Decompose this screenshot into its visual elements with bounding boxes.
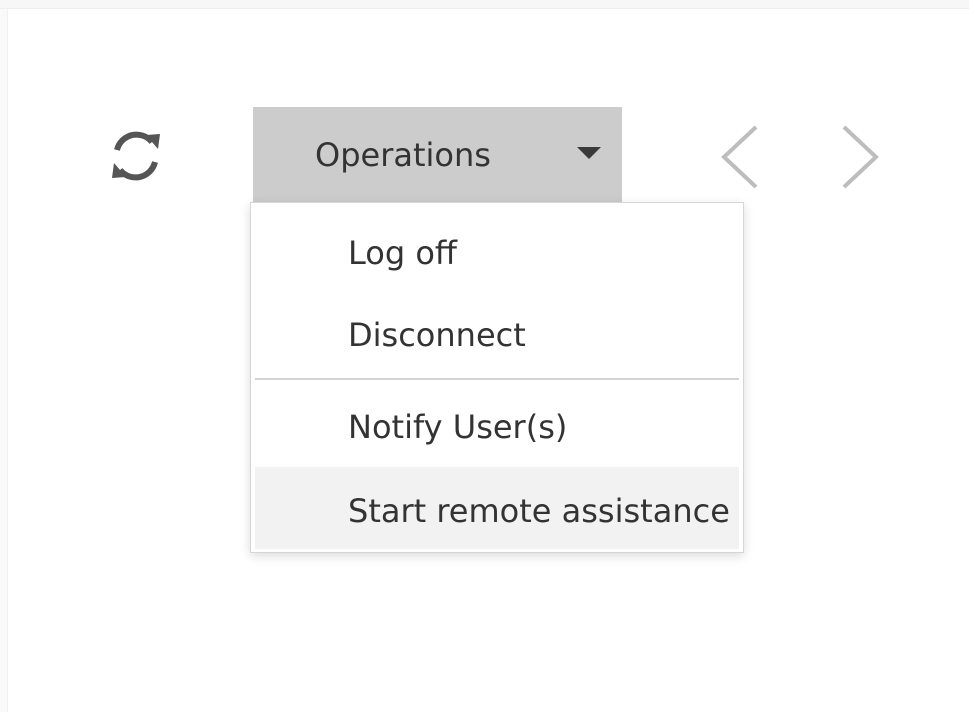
- caret-down-icon: [577, 147, 601, 159]
- previous-button[interactable]: [716, 122, 766, 192]
- left-edge: [0, 9, 8, 712]
- refresh-button[interactable]: [100, 124, 172, 192]
- operations-dropdown-button[interactable]: Operations: [253, 107, 622, 203]
- operations-label: Operations: [315, 136, 491, 174]
- page: Operations Log off Disconnect Notify Use…: [0, 0, 969, 712]
- menu-item-start-remote-assistance[interactable]: Start remote assistance: [255, 467, 739, 549]
- top-strip: [0, 0, 969, 9]
- chevron-left-icon: [716, 125, 766, 196]
- chevron-right-icon: [836, 125, 886, 196]
- menu-item-log-off[interactable]: Log off: [255, 215, 739, 291]
- menu-item-disconnect[interactable]: Disconnect: [255, 297, 739, 373]
- operations-menu: Log off Disconnect Notify User(s) Start …: [250, 202, 744, 553]
- menu-divider: [255, 378, 739, 380]
- refresh-icon: [106, 126, 166, 190]
- next-button[interactable]: [836, 122, 886, 192]
- menu-item-notify-users[interactable]: Notify User(s): [255, 389, 739, 465]
